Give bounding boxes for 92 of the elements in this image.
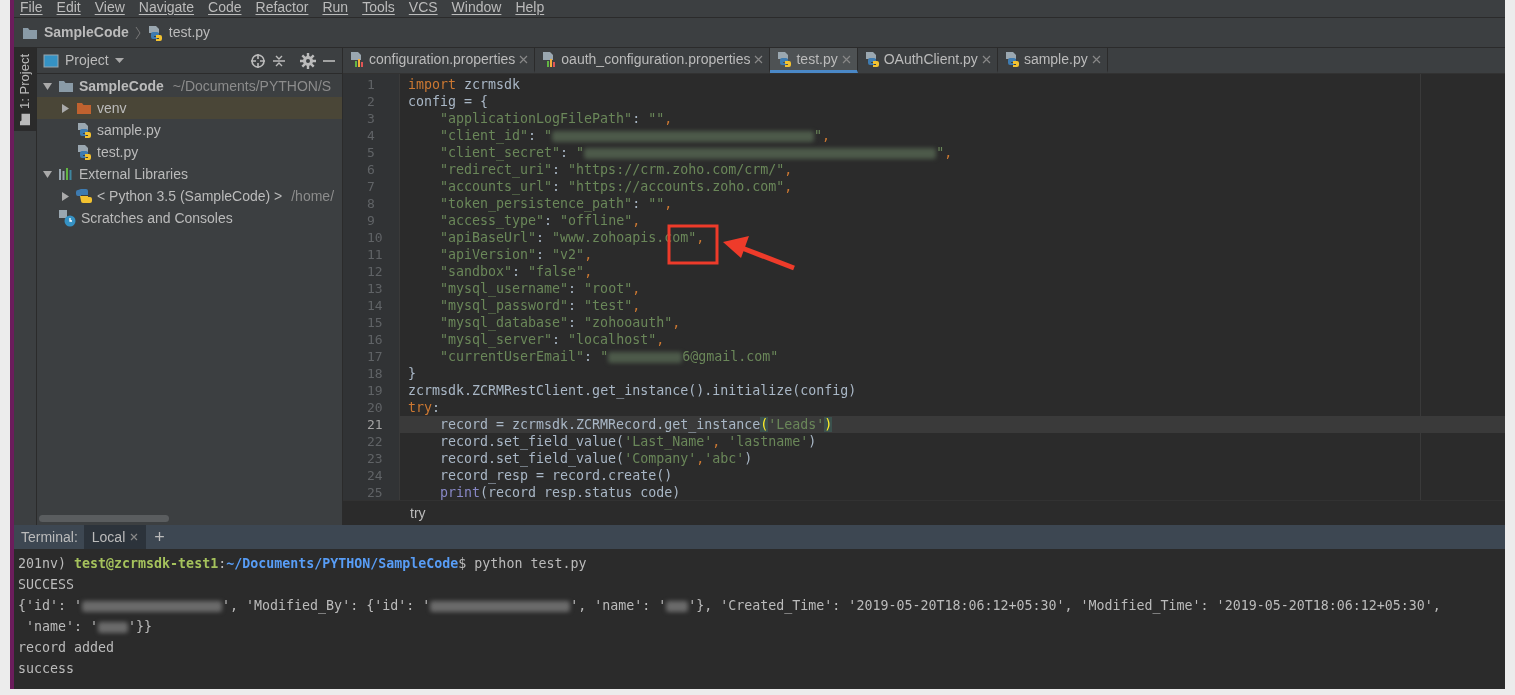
- code-line: import zcrmsdk: [407, 76, 522, 93]
- tree-item[interactable]: < Python 3.5 (SampleCode) > /home/: [37, 185, 342, 207]
- code-line: "accounts_url": "https://accounts.zoho.com",: [439, 178, 794, 195]
- python-file-icon: [776, 51, 793, 67]
- menu-item[interactable]: Refactor: [255, 0, 309, 18]
- tree-item[interactable]: test.py: [37, 141, 342, 163]
- python-file-icon: [76, 122, 92, 138]
- code-line: "currentUserEmail": " 6@gmail.com": [439, 348, 780, 365]
- panel-icon: [43, 53, 59, 68]
- caret-icon: [114, 57, 124, 64]
- terminal-line: SUCCESS: [18, 576, 76, 594]
- menu-item[interactable]: Navigate: [138, 0, 195, 18]
- breadcrumb-item[interactable]: SampleCode: [44, 22, 129, 43]
- chart-file-icon: [349, 51, 365, 67]
- chevron-icon: [134, 25, 141, 40]
- code-line: }: [407, 365, 417, 382]
- python-file-icon: [1003, 51, 1020, 67]
- code-line: "apiVersion": "v2",: [439, 246, 594, 263]
- code-line: "mysql_server": "localhost",: [439, 331, 666, 348]
- python-icon: [76, 188, 92, 204]
- chart-file-icon: [541, 51, 558, 67]
- code-line: "mysql_database": "zohooauth",: [439, 314, 682, 331]
- menu-item[interactable]: Code: [208, 0, 242, 18]
- code-line: "sandbox": "false",: [439, 263, 594, 280]
- library-icon: [58, 167, 74, 181]
- tree-item[interactable]: External Libraries: [37, 163, 342, 185]
- close-icon: [519, 54, 529, 64]
- code-line: "mysql_password": "test",: [439, 297, 642, 314]
- terminal-line: success: [18, 660, 76, 678]
- tree-item[interactable]: SampleCode ~/Documents/PYTHON/S: [37, 75, 342, 97]
- annotation-arrow: [723, 236, 795, 271]
- breadcrumb-item[interactable]: test.py: [168, 22, 211, 43]
- code-line: "redirect_uri": "https://crm.zoho.com/crm/",: [439, 161, 794, 178]
- code-line: try:: [407, 399, 442, 416]
- collapsed-arrow-icon: [60, 191, 70, 201]
- expanded-arrow-icon: [42, 169, 52, 179]
- menu-item[interactable]: Window: [451, 0, 502, 18]
- terminal-label: Terminal:: [20, 527, 79, 547]
- folder-icon: [22, 25, 38, 40]
- close-icon: [981, 54, 991, 64]
- menu-item[interactable]: Run: [322, 0, 349, 18]
- menu-item[interactable]: View: [94, 0, 125, 18]
- code-line: print(record_resp.status_code): [439, 484, 682, 500]
- terminal-line: record added: [18, 639, 116, 657]
- close-icon: [754, 54, 764, 64]
- code-line: "client_secret": " ",: [439, 144, 954, 161]
- python-file-icon: [146, 24, 163, 41]
- tree-item[interactable]: sample.py: [37, 119, 342, 141]
- terminal-tab[interactable]: Local: [83, 525, 147, 549]
- terminal-line: 201nv) test@zcrmsdk-test1:~/Documents/PYTHON/SampleCode$ python test.py: [18, 555, 588, 573]
- menu-item[interactable]: Edit: [56, 0, 81, 18]
- folder-icon: [58, 79, 74, 93]
- menu-item[interactable]: Help: [515, 0, 545, 18]
- project-view-dropdown[interactable]: Project: [65, 50, 109, 71]
- menu-item[interactable]: File: [20, 0, 43, 18]
- code-line: zcrmsdk.ZCRMRestClient.get_instance().initialize(config): [407, 382, 858, 399]
- terminal-line: {'id': ' ', 'Modified_By': {'id': ' ', 'name': ' '}, 'Created_Time': '2019-05-20T18:06:12+05:30', 'Modified_Time': '2019-05-20T18:06:12+05:30',: [18, 597, 1442, 616]
- menu-item[interactable]: VCS: [408, 0, 438, 18]
- python-file-icon: [863, 51, 880, 67]
- close-icon: [130, 533, 139, 541]
- add-tab-button[interactable]: +: [146, 525, 173, 549]
- folder-icon: [76, 101, 92, 115]
- editor-tab[interactable]: configuration.properties: [343, 48, 536, 73]
- crosshair-icon[interactable]: [250, 52, 266, 69]
- code-line: "client_id": " ",: [439, 127, 832, 144]
- scratches-icon: [58, 209, 76, 227]
- code-line: config = {: [407, 93, 490, 110]
- python-file-icon: [76, 144, 92, 160]
- tree-item[interactable]: Scratches and Consoles: [37, 207, 342, 229]
- close-icon: [841, 54, 851, 64]
- tree-item[interactable]: venv: [37, 97, 342, 119]
- expanded-arrow-icon: [42, 81, 52, 91]
- code-line: "applicationLogFilePath": "",: [439, 110, 674, 127]
- code-line: record.set_field_value('Last_Name', 'lastname'): [439, 433, 818, 450]
- code-line: record_resp = record.create(): [439, 467, 674, 484]
- code-line: "access_type": "offline",: [439, 212, 642, 229]
- code-line: "mysql_username": "root",: [439, 280, 642, 297]
- folder-icon: [19, 113, 31, 126]
- editor-tab[interactable]: OAuthClient.py: [857, 48, 998, 73]
- settings-icon[interactable]: [300, 52, 316, 69]
- collapse-icon[interactable]: [272, 53, 286, 68]
- scrollbar[interactable]: [39, 515, 169, 522]
- project-tool-tab[interactable]: 1: Project: [14, 48, 37, 131]
- code-line: "token_persistence_path": "",: [439, 195, 674, 212]
- editor-tab[interactable]: sample.py: [997, 48, 1108, 73]
- terminal-line: 'name': ' '}}: [25, 618, 154, 636]
- close-icon: [1091, 54, 1101, 64]
- collapsed-arrow-icon: [60, 103, 70, 113]
- code-line: record.set_field_value('Company','abc'): [439, 450, 754, 467]
- menu-item[interactable]: Tools: [362, 0, 395, 18]
- editor-tab[interactable]: test.py: [770, 48, 858, 73]
- line-number: 21: [366, 416, 384, 433]
